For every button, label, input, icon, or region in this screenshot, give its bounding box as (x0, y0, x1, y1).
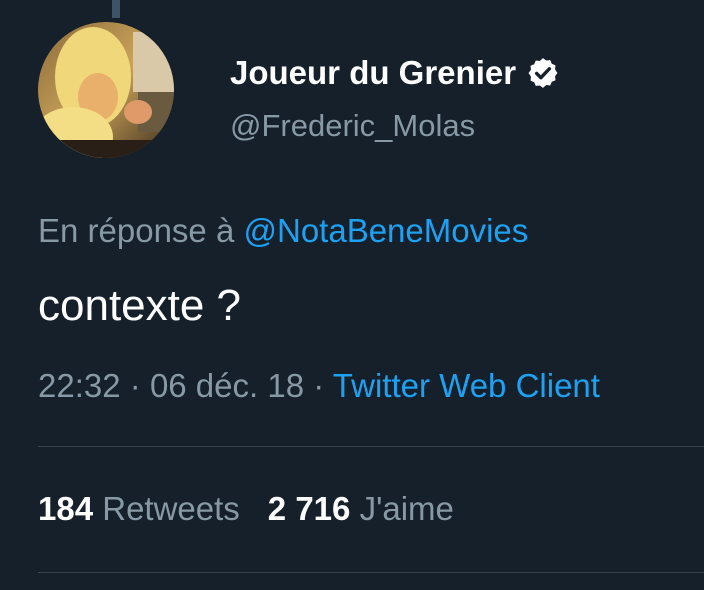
tweet-date[interactable]: 06 déc. 18 (150, 367, 304, 404)
thread-connector-line (112, 0, 120, 18)
tweet-stats: 184 Retweets 2 716 J'aime (38, 490, 454, 528)
meta-separator: · (313, 367, 333, 404)
divider (38, 446, 704, 447)
reply-mention-link[interactable]: @NotaBeneMovies (243, 212, 528, 249)
retweets-stat[interactable]: 184 Retweets (38, 490, 240, 527)
tweet-metadata: 22:32 · 06 déc. 18 · Twitter Web Client (38, 367, 600, 405)
user-handle[interactable]: @Frederic_Molas (230, 108, 475, 144)
meta-separator: · (129, 367, 150, 404)
retweets-count: 184 (38, 490, 94, 527)
reply-context: En réponse à @NotaBeneMovies (38, 212, 528, 250)
likes-stat[interactable]: 2 716 J'aime (268, 490, 454, 527)
verified-badge-icon (528, 58, 558, 88)
tweet-client-link[interactable]: Twitter Web Client (333, 367, 600, 404)
avatar-image (38, 22, 174, 158)
retweets-label: Retweets (102, 490, 240, 527)
likes-label: J'aime (359, 490, 454, 527)
divider (38, 572, 704, 573)
reply-prefix: En réponse à (38, 212, 235, 249)
likes-count: 2 716 (267, 490, 351, 527)
avatar[interactable] (38, 22, 174, 158)
tweet-text: contexte ? (38, 281, 242, 330)
tweet-time[interactable]: 22:32 (38, 367, 121, 404)
display-name-row[interactable]: Joueur du Grenier (230, 54, 560, 92)
display-name[interactable]: Joueur du Grenier (230, 54, 516, 92)
